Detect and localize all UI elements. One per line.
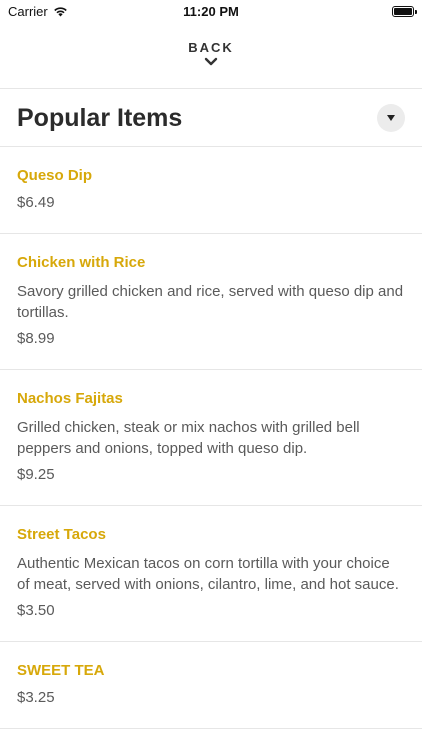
item-price: $3.50 <box>17 602 55 619</box>
menu-item-nachos-fajitas[interactable]: Nachos Fajitas Grilled chicken, steak or… <box>0 370 422 506</box>
menu-item-street-tacos[interactable]: Street Tacos Authentic Mexican tacos on … <box>0 506 422 642</box>
menu-item-sweet-tea[interactable]: SWEET TEA $3.25 <box>0 642 422 729</box>
page-title: Popular Items <box>17 104 183 132</box>
item-name: Chicken with Rice <box>17 254 146 271</box>
battery-icon <box>392 6 417 17</box>
menu-item-chicken-with-rice[interactable]: Chicken with Rice Savory grilled chicken… <box>0 234 422 370</box>
item-price: $3.25 <box>17 689 55 706</box>
menu-item-queso-dip[interactable]: Queso Dip $6.49 <box>0 147 422 234</box>
status-time: 11:20 PM <box>183 4 239 19</box>
item-name: Queso Dip <box>17 167 93 184</box>
back-button[interactable]: BACK <box>0 40 422 80</box>
chevron-down-icon <box>204 57 218 66</box>
item-price: $9.25 <box>17 466 55 483</box>
item-price: $8.99 <box>17 330 55 347</box>
section-header: Popular Items <box>0 89 422 147</box>
item-description: Grilled chicken, steak or mix nachos wit… <box>17 419 360 457</box>
item-description: Authentic Mexican tacos on corn tortilla… <box>17 555 399 593</box>
item-name: Street Tacos <box>17 526 106 543</box>
item-name: SWEET TEA <box>17 662 105 679</box>
back-label: BACK <box>188 40 234 55</box>
menu-list: Queso Dip $6.49 Chicken with Rice Savory… <box>0 147 422 729</box>
item-name: Nachos Fajitas <box>17 390 123 407</box>
triangle-down-icon <box>387 115 395 121</box>
category-dropdown-button[interactable] <box>377 104 405 132</box>
item-description: Savory grilled chicken and rice, served … <box>17 283 404 321</box>
status-bar: Carrier 11:20 PM <box>0 0 422 24</box>
item-price: $6.49 <box>17 194 55 211</box>
